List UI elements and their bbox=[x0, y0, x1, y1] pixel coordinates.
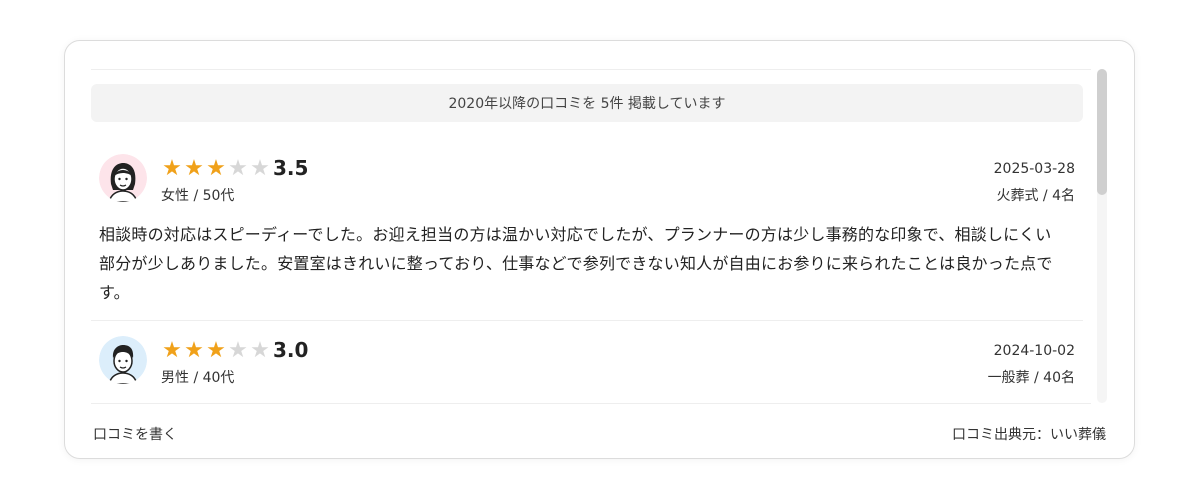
scrollbar-track[interactable] bbox=[1097, 69, 1107, 403]
star-empty-icon: ★ bbox=[250, 156, 270, 181]
woman-avatar-icon bbox=[99, 154, 147, 202]
reviewer-info: 女性 / 50代 bbox=[161, 188, 235, 204]
star-empty-icon: ★ bbox=[228, 338, 248, 363]
rating-stars: ★ ★ ★ ★ ★ bbox=[161, 158, 271, 180]
ceremony-info: 一般葬 / 40名 bbox=[987, 370, 1075, 386]
star-filled-icon: ★ bbox=[184, 338, 204, 363]
review-date: 2025-03-28 bbox=[993, 161, 1075, 177]
star-empty-icon: ★ bbox=[228, 156, 248, 181]
star-empty-icon: ★ bbox=[250, 338, 270, 363]
review-divider bbox=[91, 320, 1083, 321]
review-source: 口コミ出典元：いい葬儀 bbox=[952, 427, 1106, 443]
star-filled-icon: ★ bbox=[206, 338, 226, 363]
rating-score: 3.0 bbox=[273, 338, 309, 362]
reviews-scroll-area[interactable]: 2020年以降の口コミを 5件 掲載しています ★ ★ ★ ★ ★ 3.5 女性… bbox=[91, 69, 1091, 404]
review-date: 2024-10-02 bbox=[993, 343, 1075, 359]
rating-stars: ★ ★ ★ ★ ★ bbox=[161, 340, 271, 362]
man-avatar-icon bbox=[99, 336, 147, 384]
reviewer-info: 男性 / 40代 bbox=[161, 370, 235, 386]
star-filled-icon: ★ bbox=[184, 156, 204, 181]
star-filled-icon: ★ bbox=[206, 156, 226, 181]
footer-divider bbox=[91, 403, 1091, 404]
rating-score: 3.5 bbox=[273, 156, 309, 180]
review-count-summary: 2020年以降の口コミを 5件 掲載しています bbox=[91, 84, 1083, 122]
write-review-link[interactable]: 口コミを書く bbox=[93, 424, 177, 444]
ceremony-info: 火葬式 / 4名 bbox=[996, 188, 1075, 204]
star-filled-icon: ★ bbox=[162, 156, 182, 181]
star-filled-icon: ★ bbox=[162, 338, 182, 363]
review-text: 相談時の対応はスピーディーでした。お迎え担当の方は温かい対応でしたが、プランナー… bbox=[99, 225, 1053, 302]
scrollbar-thumb[interactable] bbox=[1097, 69, 1107, 195]
reviews-card: 2020年以降の口コミを 5件 掲載しています ★ ★ ★ ★ ★ 3.5 女性… bbox=[64, 40, 1135, 459]
